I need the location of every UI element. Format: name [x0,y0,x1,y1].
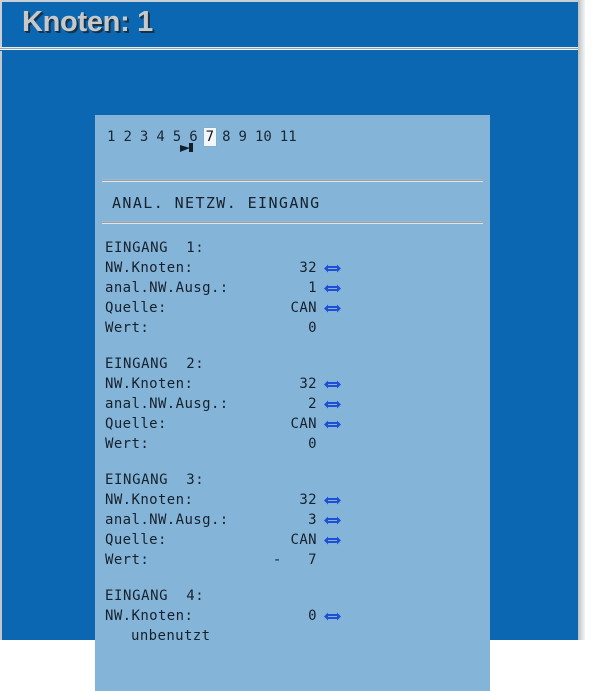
field-label: anal.NW.Ausg.: [105,396,229,412]
section-title: ANAL. NETZW. EINGANG [112,194,321,212]
left-right-arrow-icon[interactable] [324,278,341,298]
field-label: NW.Knoten: [105,608,194,624]
field-row[interactable]: NW.Knoten: 32 [105,258,485,278]
field-value[interactable]: 1 [235,278,317,298]
field-label: NW.Knoten: [105,376,194,392]
divider-bottom [102,221,483,224]
field-label: NW.Knoten: [105,492,194,508]
entry-heading: EINGANG 2: [105,356,205,372]
field-value[interactable]: 32 [235,490,317,510]
field-row[interactable]: anal.NW.Ausg.: 2 [105,394,485,414]
field-row: Wert: 0 [105,318,485,338]
field-row: Wert: 0 [105,434,485,454]
field-label: Quelle: [105,532,167,548]
field-label: Quelle: [105,416,167,432]
window-body: 1 2 3 4 5 6 7 8 9 10 11 ANAL. NETZW. EINGANG EINGA… [0,51,578,691]
left-right-arrow-icon[interactable] [324,258,341,278]
title-bar: Knoten: 1 [0,0,578,47]
field-label: anal.NW.Ausg.: [105,512,229,528]
entry-heading: EINGANG 3: [105,472,205,488]
divider-top [102,179,483,182]
field-row[interactable]: Quelle: CAN [105,414,485,434]
field-value: - 7 [272,552,317,568]
page-title: Knoten: 1 [22,6,154,38]
field-value: 0 [308,320,317,336]
application-window: Knoten: 1 1 2 3 4 5 6 7 8 9 10 11 ANAL. NETZW. EIN… [0,0,585,691]
field-label: Wert: [105,320,150,336]
entry-list: EINGANG 1: NW.Knoten: 32 anal.NW.Ausg.: 1 Que… [105,238,485,662]
entry-heading: EINGANG 1: [105,240,205,256]
field-value[interactable]: 3 [235,510,317,530]
field-value[interactable]: CAN [235,298,317,318]
entry-block: EINGANG 4: NW.Knoten: 0 unbenutzt [105,586,485,646]
field-value[interactable]: 32 [235,258,317,278]
left-right-arrow-icon[interactable] [324,606,341,626]
left-right-arrow-icon[interactable] [324,490,341,510]
page-number-4[interactable]: 4 [154,128,166,146]
left-right-arrow-icon[interactable] [324,298,341,318]
left-right-arrow-icon[interactable] [324,530,341,550]
field-row[interactable]: Quelle: CAN [105,298,485,318]
field-row[interactable]: NW.Knoten: 32 [105,374,485,394]
field-row[interactable]: NW.Knoten: 32 [105,490,485,510]
field-value[interactable]: CAN [235,414,317,434]
field-value: 0 [308,436,317,452]
field-label: Wert: [105,552,150,568]
left-right-arrow-icon[interactable] [324,394,341,414]
field-row[interactable]: Quelle: CAN [105,530,485,550]
page-number-1[interactable]: 1 [105,128,117,146]
page-number-11[interactable]: 11 [278,128,299,146]
entry-heading: EINGANG 4: [105,588,205,604]
field-row: Wert: - 7 [105,550,485,570]
entry-block: EINGANG 1: NW.Knoten: 32 anal.NW.Ausg.: 1 Que… [105,238,485,338]
left-right-arrow-icon[interactable] [324,414,341,434]
entry-block: EINGANG 2: NW.Knoten: 32 anal.NW.Ausg.: 2 Que… [105,354,485,454]
mouse-pointer-icon [180,143,195,152]
page-number-9[interactable]: 9 [237,128,249,146]
field-value[interactable]: CAN [235,530,317,550]
page-number-3[interactable]: 3 [138,128,150,146]
page-number-7[interactable]: 7 [203,128,217,146]
display-panel: 1 2 3 4 5 6 7 8 9 10 11 ANAL. NETZW. EINGANG EINGA… [95,115,490,691]
field-row[interactable]: anal.NW.Ausg.: 1 [105,278,485,298]
field-value[interactable]: 0 [235,606,317,626]
field-label: Wert: [105,436,150,452]
field-row[interactable]: anal.NW.Ausg.: 3 [105,510,485,530]
field-label: Quelle: [105,300,167,316]
field-value[interactable]: 2 [235,394,317,414]
field-label: NW.Knoten: [105,260,194,276]
page-number-2[interactable]: 2 [121,128,133,146]
page-number-8[interactable]: 8 [220,128,232,146]
left-right-arrow-icon[interactable] [324,510,341,530]
page-number-selector[interactable]: 1 2 3 4 5 6 7 8 9 10 11 [105,128,303,146]
window-right-bevel [578,0,585,640]
left-right-arrow-icon[interactable] [324,374,341,394]
field-row[interactable]: NW.Knoten: 0 [105,606,485,626]
page-number-10[interactable]: 10 [253,128,274,146]
field-label: anal.NW.Ausg.: [105,280,229,296]
field-value[interactable]: 32 [235,374,317,394]
entry-note: unbenutzt [131,628,211,644]
entry-block: EINGANG 3: NW.Knoten: 32 anal.NW.Ausg.: 3 Que… [105,470,485,570]
